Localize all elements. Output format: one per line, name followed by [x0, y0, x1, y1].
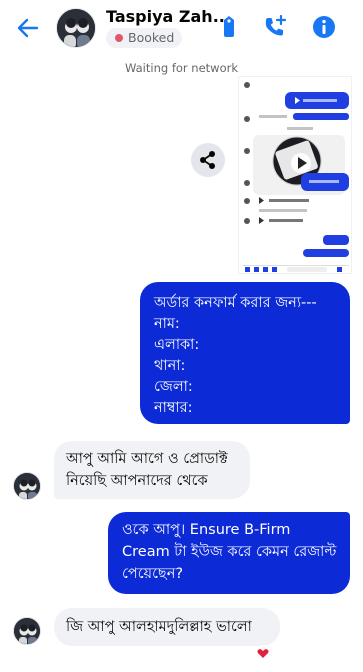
message-bubble-outgoing[interactable]: ওকে আপু। Ensure B-Firm Cream টা ইউজ করে …: [108, 512, 350, 594]
back-arrow-icon[interactable]: [14, 14, 42, 42]
contact-avatar[interactable]: [56, 8, 96, 48]
message-line: এলাকা:: [154, 337, 200, 353]
message-line: জেলা:: [154, 379, 193, 395]
add-call-icon[interactable]: [262, 14, 288, 40]
chat-header: Taspiya Zah... Booked: [0, 0, 363, 56]
avatar-image: [14, 473, 40, 499]
message-line: নাম্বার:: [154, 400, 193, 416]
message-bubble-order-template[interactable]: অর্ডার কনফার্ম করার জন্য--- নাম: এলাকা: …: [140, 282, 350, 424]
contact-avatar-small[interactable]: [13, 472, 41, 500]
share-button[interactable]: [191, 143, 225, 177]
message-line: থানা:: [154, 358, 186, 374]
info-icon[interactable]: [311, 14, 337, 40]
share-icon: [200, 151, 215, 169]
avatar-image: [57, 9, 95, 47]
screenshot-image: [239, 77, 351, 273]
heart-reaction-icon[interactable]: [255, 645, 271, 661]
connection-status: Waiting for network: [125, 61, 238, 75]
booked-label-badge[interactable]: Booked: [106, 28, 183, 48]
message-line: অর্ডার কনফার্ম করার জন্য---: [154, 295, 317, 311]
label-tag-icon[interactable]: [216, 14, 242, 40]
status-dot: [115, 34, 123, 42]
message-bubble-incoming[interactable]: জি আপু আলহামদুলিল্লাহ ভালো: [54, 608, 280, 646]
contact-avatar-small[interactable]: [13, 617, 41, 645]
avatar-image: [14, 618, 40, 644]
booked-label-text: Booked: [128, 30, 175, 45]
message-line: নাম:: [154, 316, 180, 332]
screenshot-attachment[interactable]: [238, 76, 352, 274]
message-bubble-incoming[interactable]: আপু আমি আগে ও প্রোডাক্ট নিয়েছি আপনাদের …: [54, 441, 250, 499]
